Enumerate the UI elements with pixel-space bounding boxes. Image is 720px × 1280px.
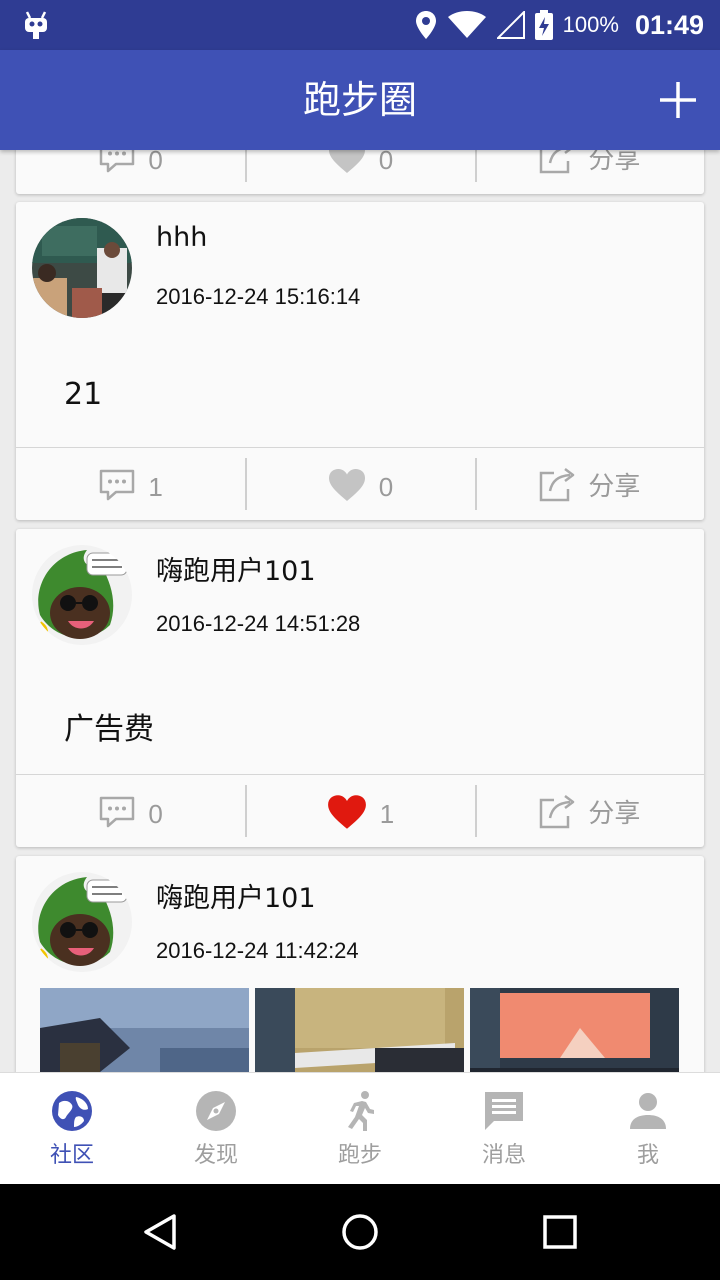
comment-icon [100, 796, 135, 827]
battery-percent: 100% [562, 12, 619, 37]
share-label: 分享 [588, 472, 641, 502]
post-card: 嗨跑用户101 2016-12-24 11:42:24 [16, 856, 704, 1072]
like-count: 1 [379, 799, 395, 829]
cell-signal-icon [496, 11, 525, 39]
post-content: 广告费 [64, 712, 154, 747]
nav-tab-me[interactable]: 我 [576, 1073, 720, 1184]
share-button[interactable]: 分享 [474, 775, 704, 847]
heart-icon [328, 150, 365, 173]
post-content: 21 [64, 377, 103, 412]
share-icon [540, 794, 575, 828]
post-card: 嗨跑用户101 2016-12-24 14:51:28 广告费 0 1 分享 [16, 529, 704, 847]
post-card: hhh 2016-12-24 15:16:14 21 1 0 分享 [16, 202, 704, 520]
like-button[interactable]: 0 [245, 448, 474, 520]
comment-count: 0 [148, 799, 163, 829]
wifi-icon [447, 11, 486, 38]
post-time: 2016-12-24 14:51:28 [156, 611, 361, 636]
nav-tab-discover[interactable]: 发现 [144, 1073, 288, 1184]
like-button[interactable]: 0 [245, 150, 474, 194]
nav-tab-community[interactable]: 社区 [0, 1073, 144, 1184]
avatar-cartoon [32, 545, 132, 645]
bottom-navigation: 社区 发现 跑步 消息 我 [0, 1072, 720, 1184]
username[interactable]: 嗨跑用户101 [156, 549, 316, 588]
share-icon [540, 467, 575, 501]
comment-count: 1 [148, 472, 163, 502]
globe-icon [52, 1090, 92, 1131]
post-photo[interactable] [40, 988, 249, 1072]
comment-count: 0 [148, 150, 163, 175]
share-icon [540, 150, 572, 174]
status-bar: 100% 01:49 [0, 0, 720, 50]
person-icon [630, 1092, 666, 1129]
photo-3 [470, 988, 679, 1072]
clock: 01:49 [634, 9, 704, 40]
nav-label: 社区 [49, 1142, 94, 1168]
photo-grid [40, 988, 679, 1072]
page-title: 跑步圈 [302, 78, 417, 122]
battery-charging-icon [534, 10, 553, 40]
post-card: 0 0 分享 [16, 150, 704, 194]
message-icon [485, 1091, 523, 1130]
comment-button[interactable]: 0 [16, 775, 245, 847]
app-bar: 跑步圈 [0, 50, 720, 150]
nav-label: 跑步 [337, 1142, 382, 1168]
avatar[interactable] [32, 218, 132, 318]
like-count: 0 [378, 150, 394, 175]
username[interactable]: hhh [156, 222, 207, 253]
nav-label: 发现 [193, 1142, 238, 1168]
photo-1 [40, 988, 249, 1072]
comment-icon [100, 150, 135, 173]
system-navigation-bar [0, 1184, 720, 1280]
back-icon[interactable] [140, 1212, 180, 1252]
avatar[interactable] [32, 545, 132, 645]
android-bot-icon [25, 11, 47, 39]
heart-icon [328, 468, 365, 501]
post-photo[interactable] [470, 988, 679, 1072]
post-time: 2016-12-24 15:16:14 [156, 284, 361, 309]
comment-button[interactable]: 0 [16, 150, 245, 194]
recents-icon[interactable] [540, 1212, 580, 1252]
like-count: 0 [378, 472, 394, 502]
like-button[interactable]: 1 [245, 775, 474, 847]
share-button[interactable]: 分享 [474, 448, 704, 520]
runner-icon [348, 1090, 374, 1131]
comment-button[interactable]: 1 [16, 448, 245, 520]
heart-icon [327, 794, 366, 829]
avatar-photo [32, 218, 132, 318]
username[interactable]: 嗨跑用户101 [156, 876, 316, 915]
share-label: 分享 [588, 799, 641, 829]
compass-icon [196, 1090, 236, 1131]
add-post-button[interactable] [658, 80, 698, 120]
post-actions: 0 0 分享 [16, 150, 704, 194]
post-feed[interactable]: 0 0 分享 hhh 2016-12-24 15:16:14 21 1 0 分享… [0, 150, 720, 1072]
nav-label: 消息 [481, 1142, 526, 1168]
nav-tab-messages[interactable]: 消息 [432, 1073, 576, 1184]
location-icon [415, 11, 436, 39]
home-icon[interactable] [340, 1212, 380, 1252]
post-photo[interactable] [255, 988, 464, 1072]
post-actions: 1 0 分享 [16, 447, 704, 520]
post-time: 2016-12-24 11:42:24 [156, 938, 359, 963]
avatar[interactable] [32, 872, 132, 972]
nav-tab-running[interactable]: 跑步 [288, 1073, 432, 1184]
share-label: 分享 [588, 150, 641, 175]
post-actions: 0 1 分享 [16, 774, 704, 847]
avatar-cartoon [32, 872, 132, 972]
photo-2 [255, 988, 464, 1072]
comment-icon [100, 469, 135, 500]
share-button[interactable]: 分享 [474, 150, 704, 194]
nav-label: 我 [636, 1142, 659, 1168]
